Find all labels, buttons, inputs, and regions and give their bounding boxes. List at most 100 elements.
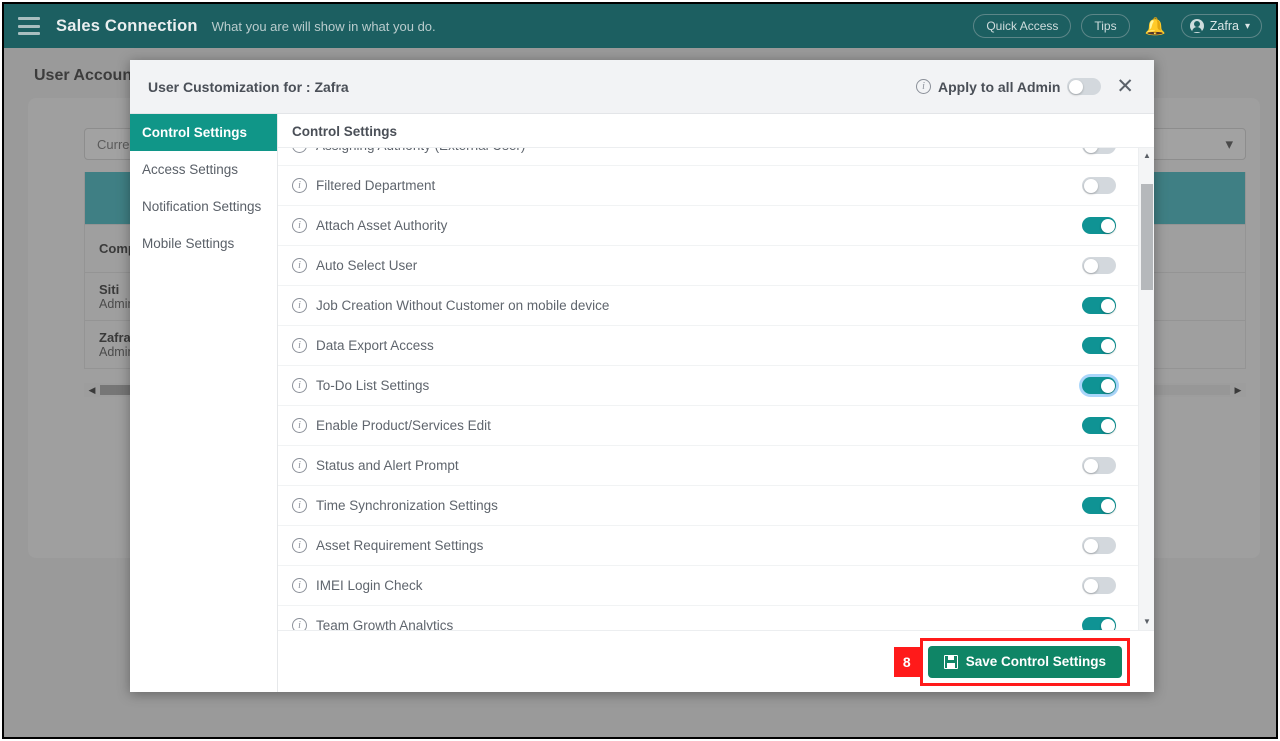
- sidebar-item-control-settings[interactable]: Control Settings: [130, 114, 277, 151]
- chevron-down-icon: ▾: [1244, 20, 1250, 32]
- settings-list: i Assigning Authority (External User) i …: [278, 148, 1138, 630]
- settings-scrollbar[interactable]: ▲ ▼: [1138, 148, 1154, 630]
- info-icon: i: [292, 538, 307, 553]
- setting-toggle[interactable]: [1082, 377, 1116, 394]
- scroll-left-icon[interactable]: ◀: [84, 385, 100, 395]
- save-icon: [943, 654, 958, 669]
- setting-label-wrap: i Auto Select User: [292, 258, 417, 273]
- scroll-up-icon[interactable]: ▲: [1139, 152, 1154, 160]
- setting-label-wrap: i Team Growth Analytics: [292, 618, 453, 630]
- info-icon: i: [292, 378, 307, 393]
- setting-toggle[interactable]: [1082, 537, 1116, 554]
- apply-to-all-admin-toggle[interactable]: [1067, 78, 1102, 95]
- settings-list-wrapper: i Assigning Authority (External User) i …: [278, 147, 1154, 630]
- modal-footer: 8 Save Control Settings: [278, 630, 1154, 692]
- step-number-badge: 8: [893, 646, 920, 677]
- setting-toggle[interactable]: [1082, 577, 1116, 594]
- sidebar-item-label: Mobile Settings: [142, 236, 235, 251]
- info-icon: i: [292, 148, 307, 153]
- scroll-down-icon[interactable]: ▼: [1139, 618, 1154, 626]
- setting-row[interactable]: i To-Do List Settings: [278, 366, 1138, 406]
- app-tagline: What you are will show in what you do.: [211, 18, 436, 34]
- setting-row[interactable]: i Auto Select User: [278, 246, 1138, 286]
- scroll-right-icon[interactable]: ▶: [1230, 385, 1246, 395]
- setting-row[interactable]: i Data Export Access: [278, 326, 1138, 366]
- sidebar-item-access-settings[interactable]: Access Settings: [130, 151, 277, 188]
- info-icon: i: [292, 458, 307, 473]
- setting-toggle[interactable]: [1082, 177, 1116, 194]
- info-icon: i: [292, 298, 307, 313]
- setting-toggle[interactable]: [1082, 217, 1116, 234]
- scrollbar-thumb[interactable]: [1141, 184, 1153, 290]
- header-actions: Quick Access Tips 🔔 Zafra ▾: [973, 14, 1262, 38]
- modal-body: Control Settings Access Settings Notific…: [130, 114, 1154, 692]
- info-icon: i: [292, 258, 307, 273]
- modal-header-actions: i Apply to all Admin ✕: [916, 76, 1136, 97]
- setting-row[interactable]: i Team Growth Analytics: [278, 606, 1138, 630]
- info-icon: i: [292, 418, 307, 433]
- modal-content: Control Settings i Assigning Authority (…: [278, 114, 1154, 692]
- sidebar-item-label: Access Settings: [142, 162, 239, 177]
- app-brand: Sales Connection: [56, 16, 198, 35]
- setting-row[interactable]: i Filtered Department: [278, 166, 1138, 206]
- setting-label: Filtered Department: [316, 178, 436, 193]
- setting-label: IMEI Login Check: [316, 578, 423, 593]
- setting-label: Auto Select User: [316, 258, 418, 273]
- apply-to-all-admin-row[interactable]: i Apply to all Admin: [916, 78, 1102, 95]
- setting-label-wrap: i Data Export Access: [292, 338, 434, 353]
- setting-toggle[interactable]: [1082, 257, 1116, 274]
- user-customization-modal: User Customization for : Zafra i Apply t…: [130, 60, 1154, 692]
- setting-label-wrap: i Time Synchronization Settings: [292, 498, 498, 513]
- quick-access-button[interactable]: Quick Access: [973, 14, 1072, 38]
- setting-row[interactable]: i Status and Alert Prompt: [278, 446, 1138, 486]
- setting-label: To-Do List Settings: [316, 378, 430, 393]
- setting-toggle[interactable]: [1082, 337, 1116, 354]
- step-highlight: 8 Save Control Settings: [893, 637, 1130, 686]
- save-button-label: Save Control Settings: [965, 654, 1106, 669]
- setting-row[interactable]: i Assigning Authority (External User): [278, 148, 1138, 166]
- setting-label: Asset Requirement Settings: [316, 538, 484, 553]
- tips-button[interactable]: Tips: [1081, 14, 1130, 38]
- apply-to-all-admin-label: Apply to all Admin: [938, 78, 1061, 95]
- setting-label: Attach Asset Authority: [316, 218, 448, 233]
- setting-label: Status and Alert Prompt: [316, 458, 459, 473]
- setting-label-wrap: i Filtered Department: [292, 178, 435, 193]
- info-icon: i: [292, 578, 307, 593]
- settings-list-viewport: i Assigning Authority (External User) i …: [278, 148, 1138, 630]
- setting-label-wrap: i Enable Product/Services Edit: [292, 418, 491, 433]
- setting-label: Time Synchronization Settings: [316, 498, 498, 513]
- setting-label-wrap: i IMEI Login Check: [292, 578, 423, 593]
- setting-label: Team Growth Analytics: [316, 618, 454, 630]
- setting-row[interactable]: i Job Creation Without Customer on mobil…: [278, 286, 1138, 326]
- modal-sidebar: Control Settings Access Settings Notific…: [130, 114, 278, 692]
- user-menu[interactable]: Zafra ▾: [1180, 14, 1262, 38]
- setting-row[interactable]: i Attach Asset Authority: [278, 206, 1138, 246]
- sidebar-item-label: Control Settings: [142, 125, 247, 140]
- setting-toggle[interactable]: [1082, 497, 1116, 514]
- close-icon[interactable]: ✕: [1114, 76, 1136, 97]
- setting-label-wrap: i Status and Alert Prompt: [292, 458, 459, 473]
- sidebar-item-mobile-settings[interactable]: Mobile Settings: [130, 225, 277, 262]
- info-icon: i: [292, 178, 307, 193]
- setting-toggle[interactable]: [1082, 457, 1116, 474]
- modal-title: User Customization for : Zafra: [148, 78, 349, 95]
- setting-row[interactable]: i Asset Requirement Settings: [278, 526, 1138, 566]
- sidebar-item-notification-settings[interactable]: Notification Settings: [130, 188, 277, 225]
- setting-toggle[interactable]: [1082, 148, 1116, 154]
- setting-row[interactable]: i Time Synchronization Settings: [278, 486, 1138, 526]
- setting-label-wrap: i Assigning Authority (External User): [292, 148, 525, 153]
- info-icon: i: [292, 338, 307, 353]
- save-control-settings-button[interactable]: Save Control Settings: [927, 645, 1122, 678]
- setting-row[interactable]: i IMEI Login Check: [278, 566, 1138, 606]
- chevron-down-icon: ▾: [1225, 136, 1233, 153]
- setting-label-wrap: i To-Do List Settings: [292, 378, 429, 393]
- info-icon: i: [292, 618, 307, 630]
- bell-icon[interactable]: 🔔: [1140, 18, 1171, 35]
- setting-toggle[interactable]: [1082, 297, 1116, 314]
- hamburger-icon[interactable]: [18, 17, 40, 35]
- setting-toggle[interactable]: [1082, 417, 1116, 434]
- setting-row[interactable]: i Enable Product/Services Edit: [278, 406, 1138, 446]
- app-window: Sales Connection What you are will show …: [2, 2, 1278, 739]
- info-icon: i: [292, 498, 307, 513]
- setting-toggle[interactable]: [1082, 617, 1116, 630]
